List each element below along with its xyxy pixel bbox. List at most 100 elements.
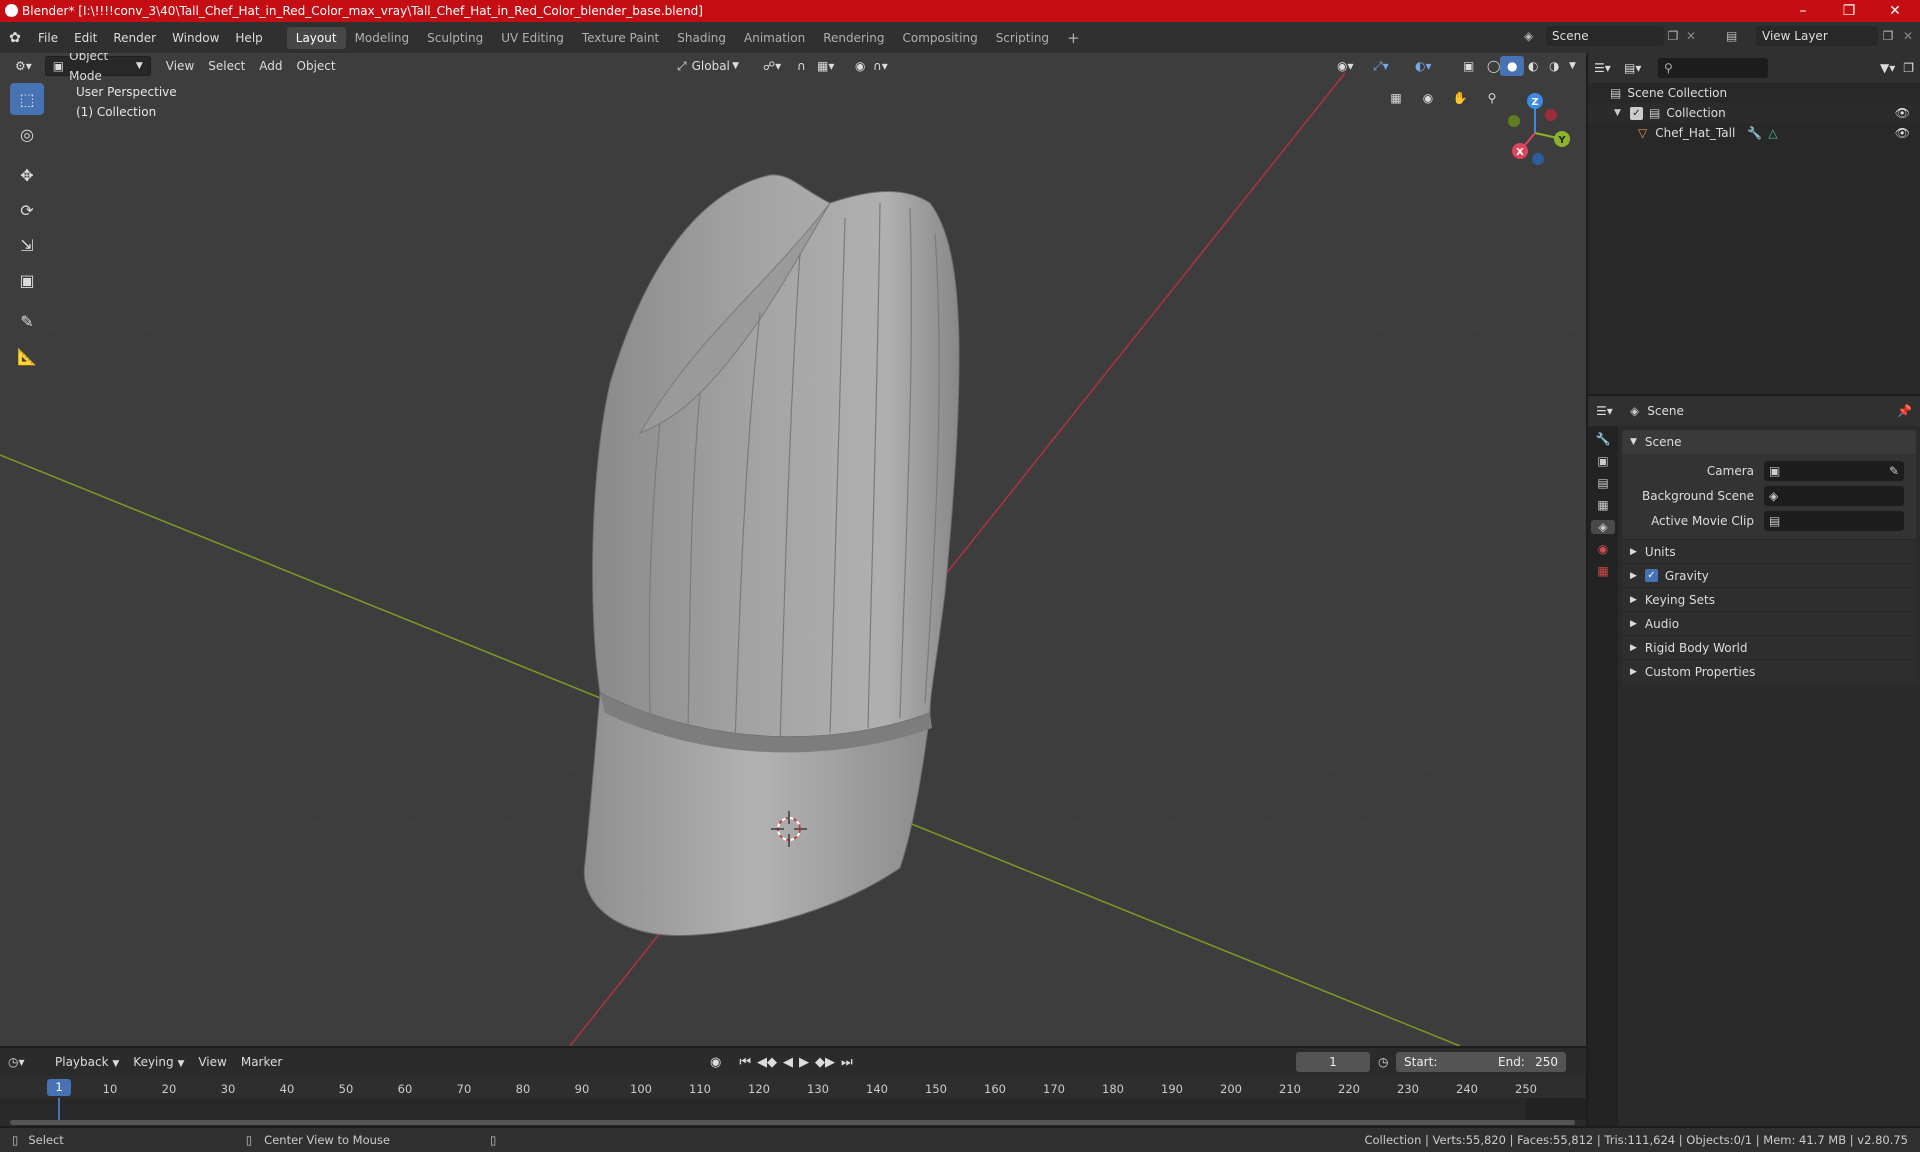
active-movie-clip-field[interactable]: ▤ — [1764, 510, 1904, 531]
move-tool-icon[interactable]: ✥ — [10, 159, 44, 191]
new-scene-icon[interactable]: ❐ — [1664, 29, 1682, 43]
scene-icon[interactable]: ◈ — [1524, 29, 1546, 43]
tab-shading[interactable]: Shading — [668, 27, 735, 49]
scene-selector[interactable]: Scene — [1546, 26, 1664, 46]
current-frame-field[interactable]: 1 — [1296, 1052, 1370, 1072]
camera-view-icon[interactable]: ◉ — [1416, 86, 1440, 110]
play-icon[interactable]: ▶ — [799, 1055, 809, 1070]
tab-layout[interactable]: Layout — [286, 26, 346, 49]
render-tab-icon[interactable]: ▣ — [1597, 454, 1608, 468]
timeline-scrollbar[interactable] — [10, 1120, 1575, 1125]
audio-panel[interactable]: ▶ Audio — [1622, 611, 1916, 635]
xray-toggle-icon[interactable]: ▣ — [1456, 56, 1481, 76]
close-window-button[interactable]: ✕ — [1872, 0, 1918, 22]
scale-tool-icon[interactable]: ⇲ — [10, 229, 44, 261]
tab-scripting[interactable]: Scripting — [987, 27, 1058, 49]
select-box-tool-icon[interactable]: ⬚ — [10, 83, 44, 115]
menu-edit[interactable]: Edit — [66, 27, 105, 49]
view-layer-tab-icon[interactable]: ▦ — [1597, 498, 1608, 512]
menu-render[interactable]: Render — [105, 27, 164, 49]
tab-modeling[interactable]: Modeling — [346, 27, 419, 49]
zoom-view-icon[interactable]: ⚲ — [1480, 86, 1504, 110]
view-layer-icon[interactable]: ▤ — [1726, 29, 1756, 43]
gizmo-neg-x[interactable] — [1545, 109, 1557, 121]
jump-start-icon[interactable]: ⏮ — [739, 1055, 751, 1070]
gizmo-neg-y[interactable] — [1508, 115, 1520, 127]
tab-animation[interactable]: Animation — [735, 27, 814, 49]
menu-help[interactable]: Help — [227, 27, 270, 49]
gizmo-toggle-icon[interactable]: ⤢▾ — [1366, 56, 1396, 76]
snap-target-icon[interactable]: ▦▾ — [810, 56, 841, 76]
modifier-icon[interactable]: 🔧 — [1747, 126, 1762, 140]
measure-tool-icon[interactable]: 📐 — [10, 340, 44, 372]
play-reverse-icon[interactable]: ◀ — [783, 1055, 793, 1070]
timeline-track-area[interactable] — [0, 1098, 1586, 1120]
gizmo-neg-z[interactable] — [1532, 153, 1544, 165]
tab-rendering[interactable]: Rendering — [814, 27, 893, 49]
viewport-menu-view[interactable]: View — [159, 56, 201, 76]
collection-checkbox[interactable]: ✓ — [1630, 106, 1643, 120]
proportional-falloff-icon[interactable]: ∩▾ — [866, 56, 895, 76]
properties-editor-type-icon[interactable]: ☰▾ — [1596, 404, 1630, 418]
transform-orientation-dropdown[interactable]: ⤢ Global ▼ — [670, 56, 746, 76]
pan-view-icon[interactable]: ✋ — [1448, 86, 1472, 110]
add-workspace-button[interactable]: + — [1058, 27, 1089, 49]
keying-menu[interactable]: Keying ▼ — [126, 1052, 191, 1072]
keying-sets-panel[interactable]: ▶ Keying Sets — [1622, 587, 1916, 611]
display-mode-icon[interactable]: ▤▾ — [1624, 61, 1658, 75]
pin-icon[interactable]: 📌 — [1897, 404, 1912, 418]
minimize-button[interactable]: – — [1780, 0, 1826, 22]
custom-properties-panel[interactable]: ▶ Custom Properties — [1622, 659, 1916, 683]
rigid-body-world-panel[interactable]: ▶ Rigid Body World — [1622, 635, 1916, 659]
object-visibility-icon[interactable]: 👁 — [1895, 126, 1910, 140]
outliner-editor-type-icon[interactable]: ☰▾ — [1594, 61, 1624, 75]
delete-scene-icon[interactable]: ✕ — [1682, 29, 1700, 43]
menu-file[interactable]: File — [30, 27, 66, 49]
menu-window[interactable]: Window — [164, 27, 227, 49]
gravity-panel[interactable]: ▶ ✓ Gravity — [1622, 563, 1916, 587]
rotate-tool-icon[interactable]: ⟳ — [10, 194, 44, 226]
transform-tool-icon[interactable]: ▣ — [10, 264, 44, 296]
new-view-layer-icon[interactable]: ❐ — [1878, 29, 1898, 43]
viewport-menu-add[interactable]: Add — [252, 56, 289, 76]
timeline-view-menu[interactable]: View — [191, 1052, 233, 1072]
overlay-toggle-icon[interactable]: ◐▾ — [1408, 56, 1439, 76]
marker-menu[interactable]: Marker — [234, 1052, 289, 1072]
background-scene-field[interactable]: ◈ — [1764, 485, 1904, 506]
tool-tab-icon[interactable]: 🔧 — [1596, 432, 1611, 446]
tab-sculpting[interactable]: Sculpting — [418, 27, 492, 49]
outliner-row-chef-hat[interactable]: ▽ Chef_Hat_Tall 🔧 △ 👁 — [1588, 123, 1920, 143]
scene-tab-icon[interactable]: ◈ — [1591, 520, 1615, 534]
camera-field[interactable]: ▣ ✎ — [1764, 460, 1904, 481]
delete-view-layer-icon[interactable]: ✕ — [1898, 29, 1918, 43]
shading-options-icon[interactable]: ▼ — [1562, 56, 1583, 76]
eyedropper-icon[interactable]: ✎ — [1889, 464, 1899, 478]
maximize-button[interactable]: ❐ — [1826, 0, 1872, 22]
filter-icon[interactable]: ▼▾ — [1880, 61, 1895, 75]
outliner-row-scene-collection[interactable]: ▤ Scene Collection — [1588, 83, 1920, 103]
next-keyframe-icon[interactable]: ◆▶ — [815, 1055, 835, 1070]
mesh-data-icon[interactable]: △ — [1768, 126, 1777, 140]
stopwatch-icon[interactable]: ◷ — [1378, 1055, 1388, 1069]
viewport-menu-object[interactable]: Object — [290, 56, 343, 76]
view-layer-selector[interactable]: View Layer — [1756, 26, 1878, 46]
navigation-gizmo[interactable]: Z Y X — [1503, 91, 1573, 171]
gravity-checkbox[interactable]: ✓ — [1644, 569, 1658, 582]
new-collection-icon[interactable]: ❐ — [1903, 61, 1914, 75]
annotate-tool-icon[interactable]: ✎ — [10, 305, 44, 337]
output-tab-icon[interactable]: ▤ — [1597, 476, 1608, 490]
tab-uv-editing[interactable]: UV Editing — [492, 27, 573, 49]
viewport-menu-select[interactable]: Select — [201, 56, 252, 76]
3d-viewport[interactable]: ⚙▾ ▣ Object Mode ▼ View Select Add Objec… — [0, 53, 1586, 1046]
world-tab-icon[interactable]: ◉ — [1598, 542, 1608, 556]
pivot-point-icon[interactable]: ☍▾ — [756, 56, 788, 76]
timeline-ruler[interactable]: 1 10 20 30 40 50 60 70 80 90 100 110 120… — [0, 1076, 1586, 1098]
scene-panel-header[interactable]: ▼ Scene — [1622, 430, 1916, 454]
timeline-editor-type-icon[interactable]: ◷▾ — [8, 1055, 48, 1069]
units-panel[interactable]: ▶ Units — [1622, 539, 1916, 563]
expand-arrow-icon[interactable]: ▼ — [1614, 108, 1630, 118]
outliner-row-collection[interactable]: ▼ ✓ ▤ Collection 👁 — [1588, 103, 1920, 123]
visibility-icon[interactable]: ◉▾ — [1330, 56, 1361, 76]
record-icon[interactable]: ◉ — [710, 1055, 721, 1070]
grid-view-icon[interactable]: ▦ — [1384, 86, 1408, 110]
